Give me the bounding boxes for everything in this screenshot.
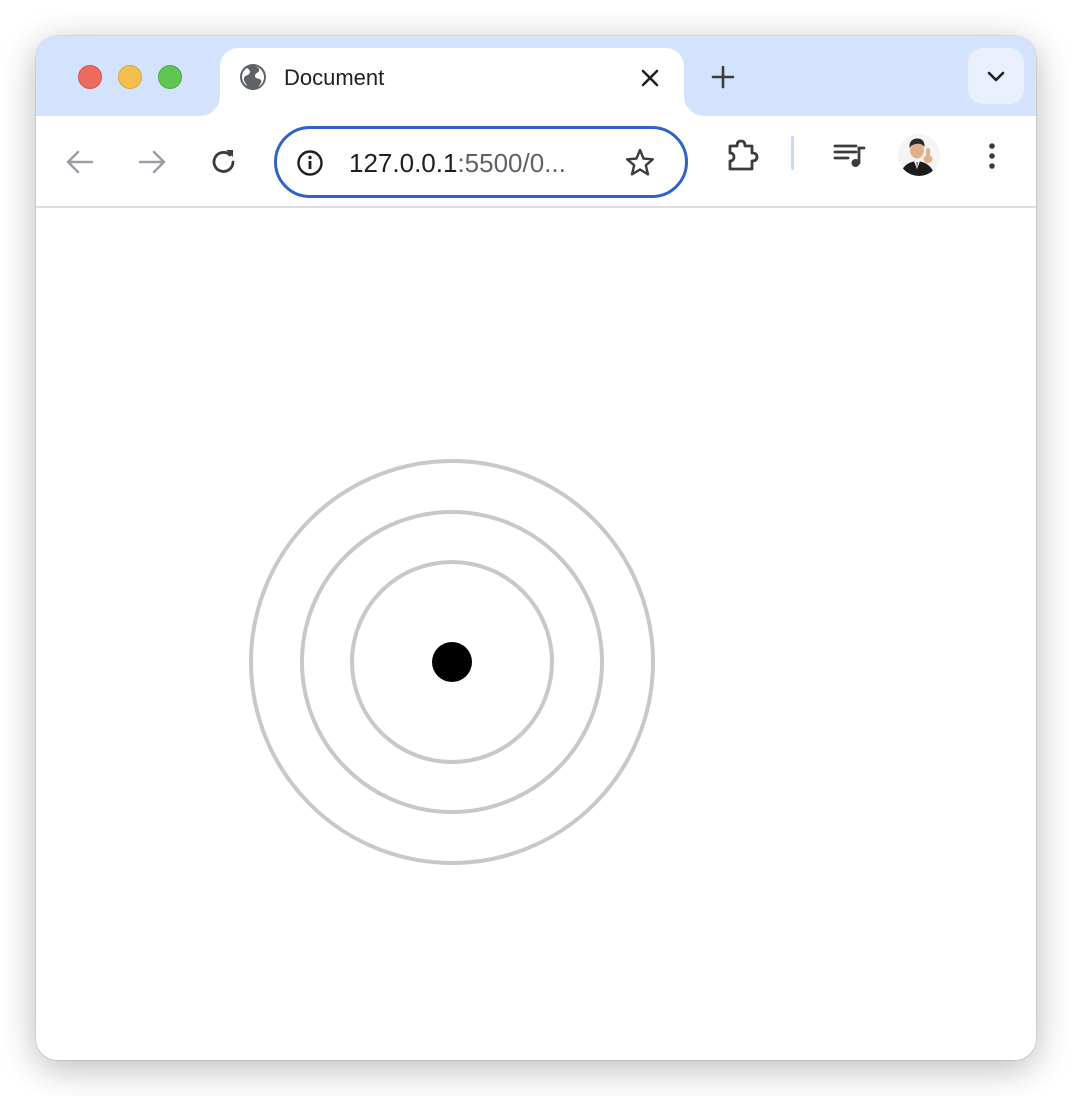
forward-arrow-icon[interactable]: [134, 144, 170, 180]
tab-search-button[interactable]: [968, 48, 1024, 104]
kebab-menu-icon[interactable]: [974, 138, 1010, 174]
window-minimize-button[interactable]: [118, 65, 142, 89]
page-content: [36, 208, 1036, 1060]
tab-title: Document: [284, 65, 385, 90]
toolbar-divider: [791, 136, 794, 170]
tab-document[interactable]: Document: [220, 48, 684, 116]
close-icon[interactable]: [636, 64, 664, 92]
url-host: 127.0.0.1: [349, 148, 458, 178]
avatar[interactable]: [898, 134, 940, 176]
toolbar: 127.0.0.1:5500/0...: [36, 116, 1036, 208]
url-text: 127.0.0.1:5500/0...: [349, 147, 566, 179]
browser-window: Document 127.0.0.1:5500/0...: [36, 36, 1036, 1060]
address-bar[interactable]: 127.0.0.1:5500/0...: [274, 126, 688, 198]
globe-icon: [240, 64, 266, 90]
plus-icon[interactable]: [708, 62, 738, 92]
back-arrow-icon[interactable]: [62, 144, 98, 180]
reload-icon[interactable]: [206, 144, 242, 180]
star-icon[interactable]: [623, 146, 657, 180]
chevron-down-icon: [987, 71, 1005, 82]
tab-strip: Document: [36, 36, 1036, 116]
concentric-rings-graphic: [249, 459, 655, 865]
window-close-button[interactable]: [78, 65, 102, 89]
url-path: :5500/0...: [457, 148, 566, 178]
media-queue-icon[interactable]: [830, 136, 870, 176]
info-icon[interactable]: [295, 148, 325, 178]
profile-avatar-icon: [898, 134, 940, 176]
extensions-puzzle-icon[interactable]: [722, 136, 762, 176]
center-dot: [432, 642, 472, 682]
window-maximize-button[interactable]: [158, 65, 182, 89]
